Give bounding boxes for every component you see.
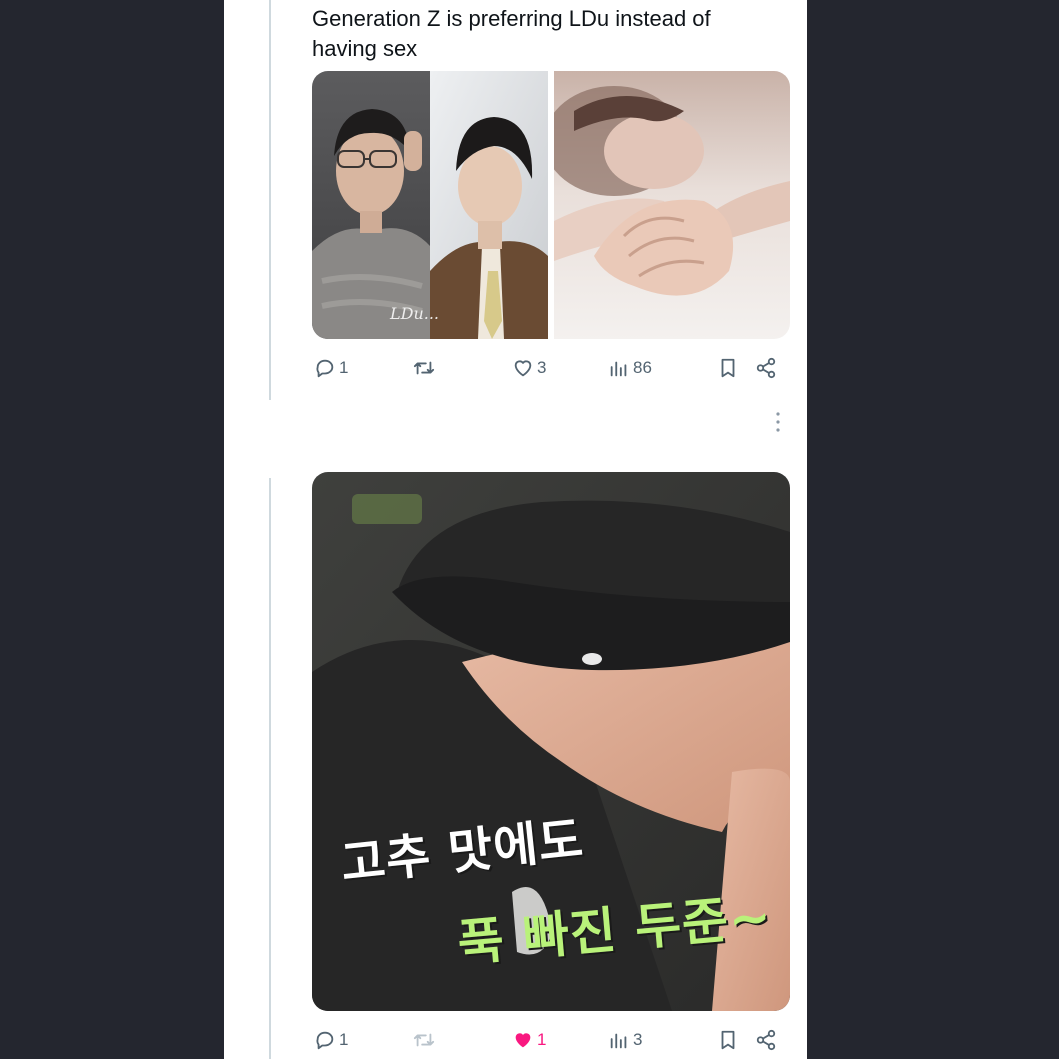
retweet-icon [413, 1033, 435, 1047]
share-icon [756, 1029, 776, 1051]
tweet-media-right[interactable] [554, 71, 790, 339]
views-icon [610, 361, 627, 377]
photo-holding-hands [554, 71, 790, 339]
photo-two-men: LDu... [312, 71, 548, 339]
retweet-button[interactable] [412, 353, 439, 383]
bookmark-button[interactable] [717, 353, 739, 383]
like-button[interactable]: 3 [512, 353, 546, 383]
tweet-media-left[interactable]: LDu... [312, 71, 548, 339]
media-watermark: LDu... [389, 304, 439, 323]
share-button[interactable] [754, 1025, 778, 1055]
views-count: 86 [633, 358, 652, 377]
timeline: Generation Z is preferring LDu instead o… [224, 0, 807, 1059]
tweet2-action-bar: 1 1 3 [312, 1025, 782, 1055]
retweet-icon [413, 361, 435, 375]
like-count: 1 [537, 1030, 547, 1049]
views-count: 3 [633, 1030, 643, 1049]
tweet1-action-bar: 1 3 86 [312, 353, 782, 383]
thread-line-top [269, 0, 271, 400]
bookmark-button[interactable] [717, 1025, 739, 1055]
like-button[interactable]: 1 [512, 1025, 546, 1055]
views-button[interactable]: 86 [608, 353, 652, 383]
reply-button[interactable]: 1 [314, 353, 348, 383]
views-icon [610, 1033, 627, 1049]
reply-button[interactable]: 1 [314, 1025, 348, 1055]
retweet-button[interactable] [412, 1025, 439, 1055]
reply-count: 1 [339, 358, 349, 377]
reply-count: 1 [339, 1030, 349, 1049]
like-icon [514, 360, 532, 377]
thread-line-bottom [269, 478, 271, 1059]
reply-icon [316, 359, 334, 378]
bookmark-icon [721, 358, 735, 378]
reply-icon [316, 1031, 334, 1050]
more-options-icon[interactable] [774, 410, 782, 434]
share-icon [756, 357, 776, 379]
share-button[interactable] [754, 353, 778, 383]
views-button[interactable]: 3 [608, 1025, 642, 1055]
tweet2-media[interactable]: 고추 맛에도 푹 빠진 두준~ [312, 472, 790, 1011]
bookmark-icon [721, 1030, 735, 1050]
like-count: 3 [537, 358, 547, 377]
tweet-text: Generation Z is preferring LDu instead o… [312, 6, 711, 61]
like-filled-icon [515, 1033, 531, 1048]
